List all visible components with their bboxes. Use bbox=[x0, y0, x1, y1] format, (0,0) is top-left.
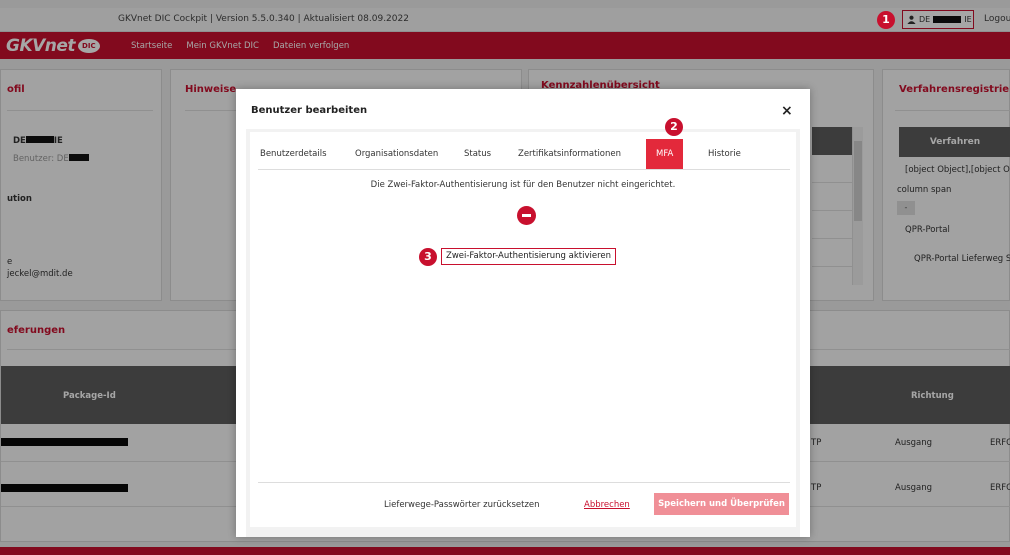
callout-badge-3: 3 bbox=[419, 248, 437, 266]
edit-user-dialog: Benutzer bearbeiten × Benutzerdetails Or… bbox=[236, 89, 810, 537]
footer-divider bbox=[258, 482, 790, 483]
minus-circle-icon bbox=[517, 206, 536, 225]
callout-badge-1: 1 bbox=[877, 11, 895, 29]
tab-divider bbox=[258, 169, 790, 170]
reset-passwords-link[interactable]: Lieferwege-Passwörter zurücksetzen bbox=[384, 500, 540, 510]
tab-mfa[interactable]: MFA bbox=[646, 139, 684, 169]
tab-bar: Benutzerdetails Organisationsdaten Statu… bbox=[250, 139, 790, 169]
callout-badge-2: 2 bbox=[665, 118, 683, 136]
tab-zertifikatsinformationen[interactable]: Zertifikatsinformationen bbox=[518, 139, 621, 169]
activate-2fa-button[interactable]: Zwei-Faktor-Authentisierung aktivieren bbox=[441, 248, 617, 265]
dialog-content bbox=[250, 132, 796, 527]
mfa-info-text: Die Zwei-Faktor-Authentisierung ist für … bbox=[370, 180, 676, 190]
close-icon[interactable]: × bbox=[781, 103, 793, 119]
dialog-title: Benutzer bearbeiten bbox=[251, 105, 368, 116]
tab-organisationsdaten[interactable]: Organisationsdaten bbox=[355, 139, 438, 169]
cancel-link[interactable]: Abbrechen bbox=[584, 500, 630, 510]
tab-historie[interactable]: Historie bbox=[708, 139, 741, 169]
tab-status[interactable]: Status bbox=[464, 139, 491, 169]
save-button[interactable]: Speichern und Überprüfen bbox=[654, 493, 789, 515]
tab-benutzerdetails[interactable]: Benutzerdetails bbox=[260, 139, 327, 169]
